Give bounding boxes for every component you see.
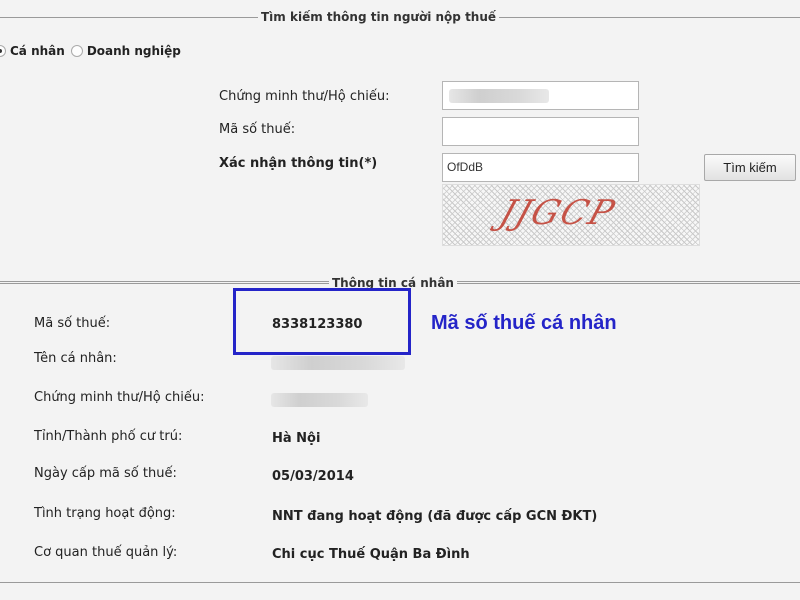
- info-value-id-redacted: [271, 393, 368, 407]
- tax-code-label: Mã số thuế:: [219, 122, 296, 137]
- taxpayer-type-radio-group: Cá nhân Doanh nghiệp: [0, 44, 187, 58]
- info-label-issue-date: Ngày cấp mã số thuế:: [34, 466, 177, 481]
- tax-code-annotation: Mã số thuế cá nhân: [431, 312, 617, 334]
- radio-individual-label[interactable]: Cá nhân: [10, 44, 65, 58]
- info-value-name-redacted: [271, 356, 405, 370]
- tax-code-highlight-box: [233, 288, 411, 355]
- id-number-label: Chứng minh thư/Hộ chiếu:: [219, 89, 390, 104]
- search-fieldset-legend: Tìm kiếm thông tin người nộp thuế: [258, 10, 500, 24]
- radio-business[interactable]: [70, 45, 83, 57]
- captcha-image-text: JJGCP: [494, 193, 621, 233]
- info-label-name: Tên cá nhân:: [34, 351, 117, 366]
- info-label-tax-code: Mã số thuế:: [34, 316, 111, 331]
- captcha-image: JJGCP: [442, 184, 700, 246]
- info-label-status: Tình trạng hoạt động:: [34, 506, 176, 521]
- info-label-province: Tỉnh/Thành phố cư trú:: [34, 429, 183, 444]
- tax-code-input[interactable]: [442, 117, 639, 146]
- info-value-issue-date: 05/03/2014: [272, 469, 354, 484]
- info-label-id: Chứng minh thư/Hộ chiếu:: [34, 390, 205, 405]
- info-value-status: NNT đang hoạt động (đã được cấp GCN ĐKT): [272, 509, 598, 524]
- radio-individual[interactable]: [0, 45, 6, 57]
- redacted-id-value: [449, 89, 549, 103]
- radio-business-label[interactable]: Doanh nghiệp: [87, 44, 181, 58]
- captcha-label: Xác nhận thông tin(*): [219, 156, 378, 171]
- info-label-tax-office: Cơ quan thuế quản lý:: [34, 545, 178, 560]
- info-value-province: Hà Nội: [272, 431, 321, 446]
- id-number-input[interactable]: [442, 81, 639, 110]
- search-button[interactable]: Tìm kiếm: [704, 154, 796, 181]
- captcha-input[interactable]: OfDdB: [442, 153, 639, 182]
- info-value-tax-office: Chi cục Thuế Quận Ba Đình: [272, 547, 470, 562]
